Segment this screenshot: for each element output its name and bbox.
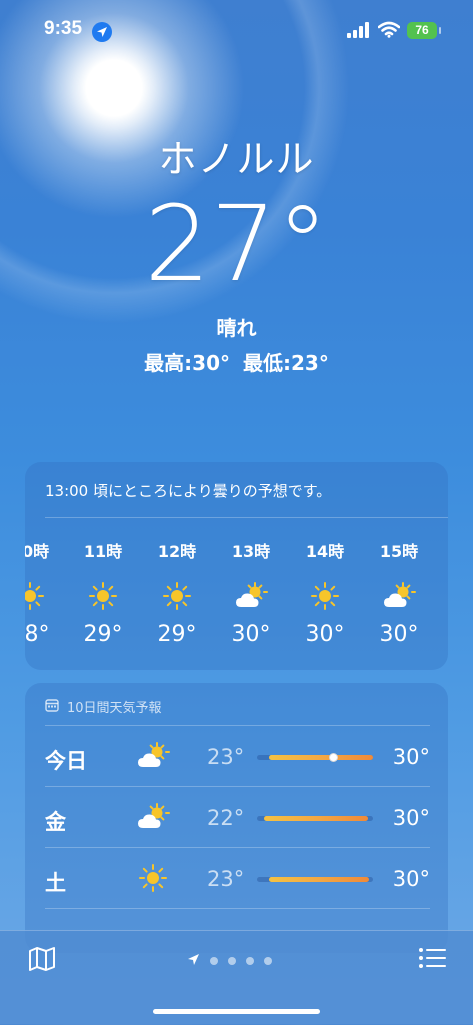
partly-cloudy-icon — [133, 801, 173, 833]
sun-icon — [290, 576, 360, 616]
hour-time: 14時 — [305, 542, 345, 561]
low-temperature: 23° — [207, 867, 245, 891]
calendar-icon — [45, 698, 59, 716]
hour-item[interactable]: 14時 30° — [290, 538, 360, 647]
hourly-summary: 13:00 頃にところにより曇りの予想です。 — [45, 482, 332, 500]
current-temperature: 27° — [144, 183, 329, 305]
low-temperature: 22° — [207, 806, 245, 830]
ten-day-title: 10日間天気予報 — [67, 701, 162, 716]
high-temperature: 最高:30° — [144, 351, 231, 375]
hourly-forecast-card[interactable]: 13:00 頃にところにより曇りの予想です。 10時 28° 11時 29° 1… — [25, 462, 448, 670]
hour-temperature: 29° — [157, 622, 197, 647]
hour-item[interactable]: 13時 30° — [216, 538, 286, 647]
day-row[interactable]: 金 22° 30° — [45, 787, 430, 847]
hour-item[interactable]: 10時 28° — [25, 538, 65, 647]
day-name: 金 — [45, 810, 66, 834]
list-icon[interactable] — [418, 946, 446, 974]
sun-icon — [133, 862, 173, 894]
status-bar: 9:35 76 — [0, 0, 473, 60]
high-low-temperatures: 最高:30° 最低:23° — [0, 347, 473, 376]
wifi-icon — [377, 21, 401, 42]
hour-item[interactable]: 11時 29° — [68, 538, 138, 647]
temperature-range-bar — [257, 753, 373, 762]
city-name: ホノルル — [158, 137, 315, 181]
hour-temperature: 28° — [25, 622, 50, 647]
location-arrow-icon — [92, 22, 112, 42]
temperature-range-fill — [269, 755, 373, 760]
high-temperature: 30° — [392, 806, 430, 830]
map-icon[interactable] — [28, 946, 56, 976]
low-temperature: 23° — [207, 745, 245, 769]
page-dot — [228, 956, 236, 965]
current-weather: ホノルル 27° 晴れ 最高:30° 最低:23° — [0, 128, 473, 375]
temperature-range-bar — [257, 877, 373, 882]
temperature-range-fill — [269, 877, 369, 882]
location-arrow-icon — [187, 951, 200, 970]
hour-time: 13時 — [231, 542, 271, 561]
cellular-signal-icon — [347, 22, 371, 38]
page-dot — [246, 956, 254, 965]
partly-cloudy-icon — [216, 576, 286, 616]
sun-icon — [68, 576, 138, 616]
hour-temperature: 30° — [379, 622, 419, 647]
ten-day-header: 10日間天気予報 — [45, 697, 162, 716]
status-time: 9:35 — [44, 18, 83, 39]
divider — [45, 517, 448, 518]
high-temperature: 30° — [392, 745, 430, 769]
low-temperature: 最低:23° — [242, 351, 329, 375]
day-name: 今日 — [45, 749, 87, 773]
page-dot — [264, 956, 272, 965]
weather-condition: 晴れ — [216, 316, 257, 340]
hour-time: 11時 — [83, 542, 123, 561]
page-indicator[interactable] — [187, 951, 272, 970]
hour-temperature: 30° — [231, 622, 271, 647]
partly-cloudy-icon — [364, 576, 434, 616]
home-indicator[interactable] — [153, 1009, 320, 1014]
ten-day-forecast-card[interactable]: 10日間天気予報 今日 23° 30° 金 22° 30° 土 23° 30° — [25, 683, 448, 953]
sun-icon — [25, 576, 65, 616]
hour-temperature: 30° — [305, 622, 345, 647]
hour-temperature: 29° — [83, 622, 123, 647]
hour-time: 15時 — [379, 542, 419, 561]
high-temperature: 30° — [392, 867, 430, 891]
battery-icon: 76 — [407, 22, 441, 39]
current-temperature-marker — [329, 753, 338, 762]
day-name: 土 — [45, 871, 66, 895]
temperature-range-fill — [264, 816, 368, 821]
divider — [45, 908, 430, 909]
temperature-range-bar — [257, 816, 373, 821]
sun-icon — [142, 576, 212, 616]
hour-item[interactable]: 15時 30° — [364, 538, 434, 647]
hour-item[interactable]: 12時 29° — [142, 538, 212, 647]
day-row[interactable]: 土 23° 30° — [45, 848, 430, 908]
day-row[interactable]: 今日 23° 30° — [45, 726, 430, 786]
hour-time: 12時 — [157, 542, 197, 561]
partly-cloudy-icon — [133, 740, 173, 772]
page-dot — [210, 956, 218, 965]
hour-time: 10時 — [25, 542, 50, 561]
